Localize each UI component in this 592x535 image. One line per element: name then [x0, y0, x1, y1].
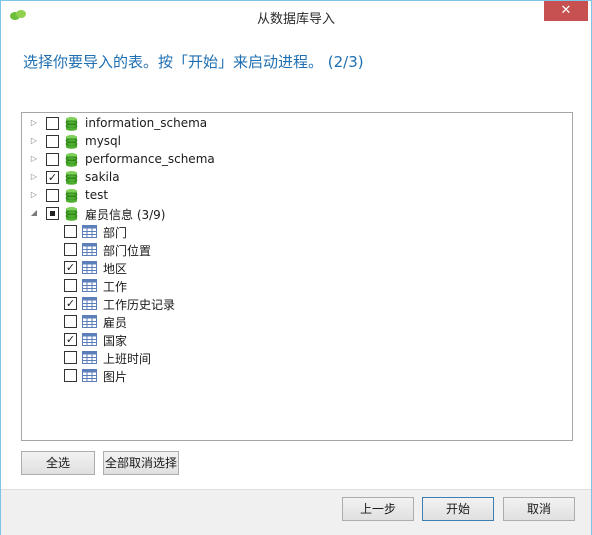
table-row[interactable]: ✓ 地区 — [22, 259, 570, 277]
database-row[interactable]: ◢ 雇员信息 (3/9) — [22, 205, 570, 223]
table-row[interactable]: ✓ 工作历史记录 — [22, 295, 570, 313]
database-label: sakila — [85, 170, 120, 184]
collapsed-arrow-icon[interactable]: ▷ — [29, 136, 39, 146]
database-label: test — [85, 188, 109, 202]
database-label: information_schema — [85, 116, 208, 130]
start-button[interactable]: 开始 — [422, 497, 494, 521]
table-icon — [82, 243, 97, 256]
table-icon — [82, 351, 97, 364]
deselect-all-button[interactable]: 全部取消选择 — [103, 451, 179, 475]
table-row[interactable]: 雇员 — [22, 313, 570, 331]
database-row[interactable]: ▷ performance_schema — [22, 151, 570, 169]
checkbox-partial[interactable] — [46, 207, 59, 220]
checkbox-unchecked[interactable] — [64, 369, 77, 382]
collapsed-arrow-icon[interactable]: ▷ — [29, 118, 39, 128]
checkbox-checked[interactable]: ✓ — [64, 297, 77, 310]
cancel-button[interactable]: 取消 — [503, 497, 575, 521]
table-tree[interactable]: ▷ information_schema ▷ mysql ▷ performance_sc… — [21, 112, 573, 441]
table-icon — [82, 369, 97, 382]
database-label: 雇员信息 (3/9) — [85, 208, 166, 222]
table-icon — [82, 297, 97, 310]
checkbox-unchecked[interactable] — [64, 315, 77, 328]
select-all-button[interactable]: 全选 — [21, 451, 95, 475]
checkbox-unchecked[interactable] — [46, 135, 59, 148]
table-label: 工作历史记录 — [103, 298, 176, 312]
partial-mark — [50, 211, 55, 216]
import-dialog: 从数据库导入 ✕ 选择你要导入的表。按「开始」来启动进程。 (2/3) ▷ inf… — [0, 0, 592, 535]
checkbox-checked[interactable]: ✓ — [64, 333, 77, 346]
table-row[interactable]: ✓ 国家 — [22, 331, 570, 349]
table-row[interactable]: 部门位置 — [22, 241, 570, 259]
database-icon — [65, 171, 78, 185]
title-bar: 从数据库导入 ✕ — [1, 1, 591, 31]
checkbox-unchecked[interactable] — [46, 117, 59, 130]
table-icon — [82, 333, 97, 346]
database-icon — [65, 153, 78, 167]
database-row[interactable]: ▷ information_schema — [22, 115, 570, 133]
table-icon — [82, 261, 97, 274]
checkbox-unchecked[interactable] — [46, 153, 59, 166]
collapsed-arrow-icon[interactable]: ▷ — [29, 172, 39, 182]
database-row[interactable]: ▷ mysql — [22, 133, 570, 151]
window-title: 从数据库导入 — [256, 12, 335, 27]
checkbox-unchecked[interactable] — [64, 279, 77, 292]
checkbox-unchecked[interactable] — [64, 243, 77, 256]
table-label: 工作 — [103, 280, 128, 294]
table-row[interactable]: 上班时间 — [22, 349, 570, 367]
table-label: 地区 — [103, 262, 128, 276]
table-row[interactable]: 工作 — [22, 277, 570, 295]
table-icon — [82, 315, 97, 328]
database-label: performance_schema — [85, 152, 215, 166]
table-label: 国家 — [103, 334, 128, 348]
close-button[interactable]: ✕ — [544, 1, 588, 21]
table-icon — [82, 279, 97, 292]
database-icon — [65, 117, 78, 131]
database-icon — [65, 207, 78, 221]
table-row[interactable]: 图片 — [22, 367, 570, 385]
dialog-footer: 上一步 开始 取消 — [1, 489, 591, 535]
database-row[interactable]: ▷ ✓ sakila — [22, 169, 570, 187]
table-label: 部门 — [103, 226, 128, 240]
checkbox-checked[interactable]: ✓ — [64, 261, 77, 274]
table-label: 部门位置 — [103, 244, 152, 258]
database-row[interactable]: ▷ test — [22, 187, 570, 205]
checkbox-checked[interactable]: ✓ — [46, 171, 59, 184]
database-icon — [65, 189, 78, 203]
expanded-arrow-icon[interactable]: ◢ — [29, 208, 39, 218]
table-label: 雇员 — [103, 316, 128, 330]
collapsed-arrow-icon[interactable]: ▷ — [29, 154, 39, 164]
table-label: 图片 — [103, 370, 128, 384]
back-button[interactable]: 上一步 — [342, 497, 414, 521]
checkbox-unchecked[interactable] — [46, 189, 59, 202]
checkbox-unchecked[interactable] — [64, 351, 77, 364]
collapsed-arrow-icon[interactable]: ▷ — [29, 190, 39, 200]
table-label: 上班时间 — [103, 352, 152, 366]
database-icon — [65, 135, 78, 149]
database-label: mysql — [85, 134, 121, 148]
table-icon — [82, 225, 97, 238]
table-row[interactable]: 部门 — [22, 223, 570, 241]
instruction-text: 选择你要导入的表。按「开始」来启动进程。 (2/3) — [23, 53, 364, 71]
checkbox-unchecked[interactable] — [64, 225, 77, 238]
